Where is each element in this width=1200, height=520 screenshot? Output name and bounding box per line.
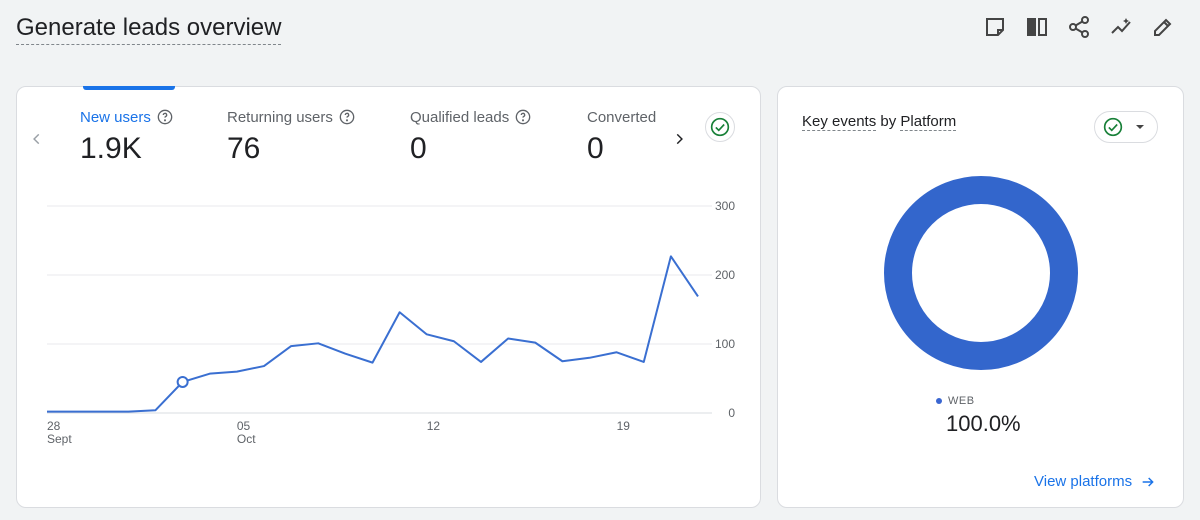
series-line (47, 255, 699, 413)
title-dimension[interactable]: Platform (900, 113, 957, 131)
y-tick-label: 300 (715, 199, 735, 213)
note-button[interactable] (980, 12, 1010, 42)
legend-label: WEB (948, 395, 975, 407)
card-title: Key events by Platform (802, 113, 957, 131)
share-button[interactable] (1064, 12, 1094, 42)
y-tick-label: 200 (715, 268, 735, 282)
legend-dot (936, 398, 942, 404)
view-platforms-link[interactable]: View platforms (1034, 473, 1156, 490)
x-tick-sublabel: Sept (47, 432, 72, 446)
legend-item: WEB (936, 395, 975, 407)
donut-slice (884, 176, 1078, 370)
toolbar (980, 12, 1178, 42)
y-tick-label: 0 (728, 406, 735, 420)
x-tick-label: 12 (427, 419, 441, 433)
title-by: by (880, 113, 897, 130)
x-tick-sublabel: Oct (237, 432, 256, 446)
arrow-right-icon (1142, 476, 1154, 487)
compare-dropdown[interactable] (1094, 111, 1158, 143)
legend-value: 100.0% (946, 411, 1021, 436)
page-title: Generate leads overview (16, 14, 282, 45)
y-tick-label: 100 (715, 337, 735, 351)
compare-button[interactable] (1022, 12, 1052, 42)
title-metric[interactable]: Key events (802, 113, 877, 131)
x-tick-label: 28 (47, 419, 61, 433)
line-chart: 0 100 200 300 28Sept 05Oct 12 19 (47, 199, 735, 446)
insights-button[interactable] (1106, 12, 1136, 42)
edit-icon (1154, 18, 1172, 36)
metrics-card: New users 1.9K Returning users 76 Qualif… (16, 86, 761, 508)
share-icon (1069, 16, 1089, 38)
insights-icon (1111, 18, 1131, 34)
x-tick-label: 19 (617, 419, 631, 433)
compare-icon (1027, 18, 1047, 36)
edit-button[interactable] (1148, 12, 1178, 42)
platform-card: Key events by Platform WEB 100.0% View p… (777, 86, 1184, 508)
x-tick-label: 05 (237, 419, 251, 433)
donut-chart (884, 176, 1078, 370)
caret-down-icon (1136, 125, 1144, 129)
highlight-point (176, 375, 189, 388)
check-circle-icon (1103, 117, 1123, 137)
view-platforms-label: View platforms (1034, 473, 1133, 490)
note-icon (986, 18, 1004, 36)
